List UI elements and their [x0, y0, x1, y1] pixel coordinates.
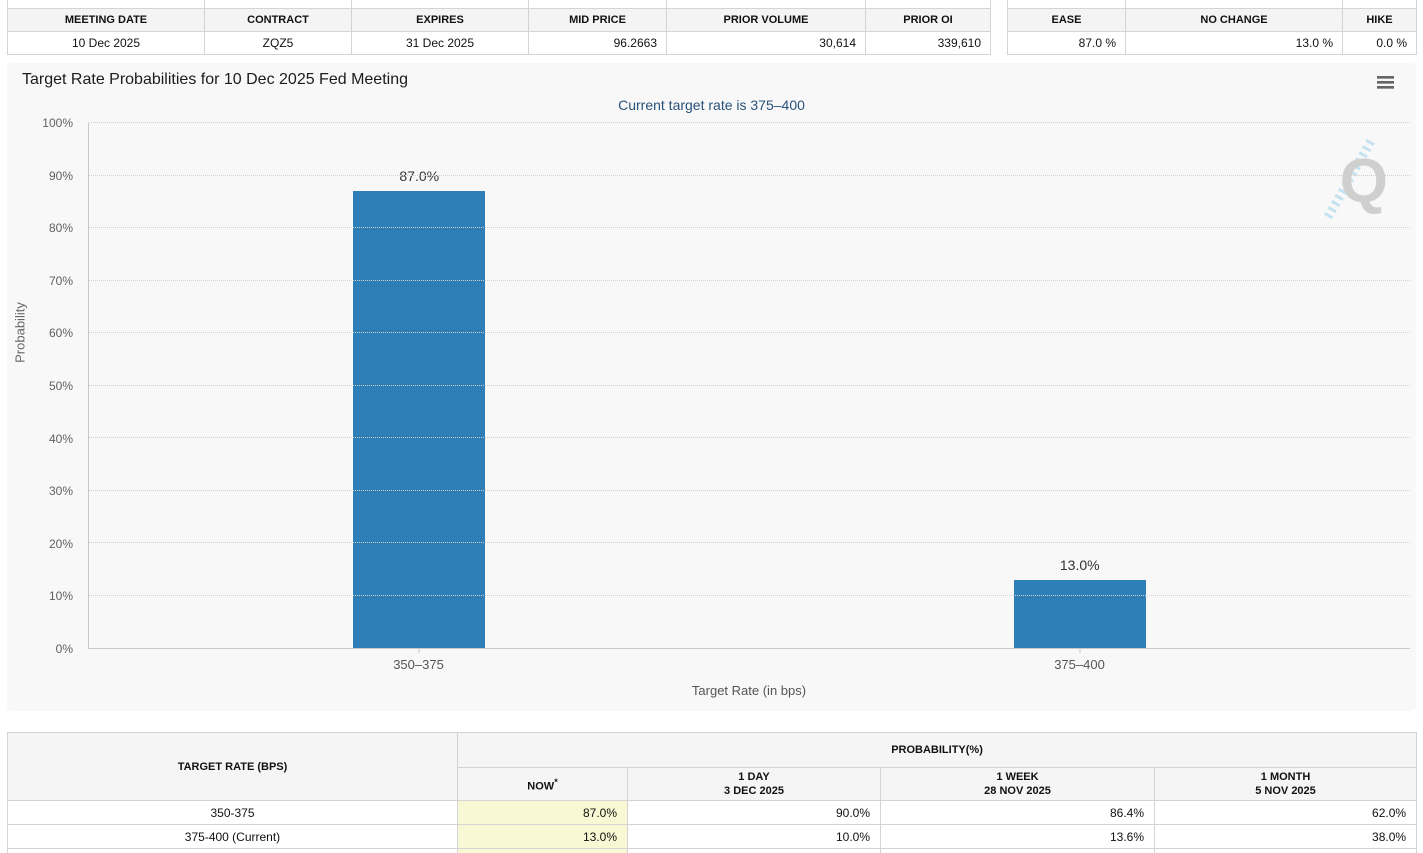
one-day-probability-cell: 90.0%	[627, 800, 881, 825]
gridline	[89, 489, 1410, 491]
col-header-mid-price: MID PRICE	[528, 7, 667, 32]
target-rate-cell: 375-400 (Current)	[7, 824, 458, 849]
y-tick-label: 10%	[48, 589, 73, 604]
contract-summary-table: MEETING DATE CONTRACT EXPIRES MID PRICE …	[7, 0, 991, 55]
one-day-probability-cell: 10.0%	[627, 824, 881, 849]
col-header-ease: EASE	[1007, 7, 1126, 32]
table-row	[7, 0, 991, 9]
col-header-expires: EXPIRES	[351, 7, 529, 32]
probability-chart-panel: Target Rate Probabilities for 10 Dec 202…	[7, 63, 1416, 711]
table-row: 10 Dec 2025 ZQZ5 31 Dec 2025 96.2663 30,…	[7, 30, 991, 55]
table-header-row: TARGET RATE (BPS) PROBABILITY(%)	[7, 732, 1418, 801]
col-header-1-month: 1 MONTH 5 NOV 2025	[1153, 767, 1418, 801]
now-probability-cell: 13.0%	[457, 824, 628, 849]
fedwatch-page: MEETING DATE CONTRACT EXPIRES MID PRICE …	[0, 0, 1423, 853]
table-row	[1007, 0, 1417, 9]
col-header-now: NOW*	[457, 767, 628, 801]
group-header-probability: PROBABILITY(%)	[456, 732, 1418, 768]
bar[interactable]	[353, 191, 486, 648]
y-tick-label: 60%	[48, 326, 73, 341]
col-header-target-rate: TARGET RATE (BPS)	[7, 732, 458, 801]
one-month-probability-cell: 38.0%	[1153, 824, 1418, 849]
chart-subtitle: Current target rate is 375–400	[618, 97, 805, 113]
x-category-label: 350–375	[393, 657, 444, 672]
contract-value: ZQZ5	[204, 30, 352, 55]
y-tick-label: 30%	[48, 484, 73, 499]
table-row: 375-400 (Current) 13.0% 10.0% 13.6% 38.0…	[7, 824, 1418, 849]
gridline	[89, 279, 1410, 281]
one-month-probability-cell: 62.0%	[1153, 800, 1418, 825]
bar-value-label: 13.0%	[1059, 556, 1100, 573]
y-tick-label: 80%	[48, 221, 73, 236]
no-change-value: 13.0 %	[1125, 30, 1343, 55]
y-tick-label: 70%	[48, 273, 73, 288]
one-week-probability-cell: 86.4%	[880, 800, 1155, 825]
ease-value: 87.0 %	[1007, 30, 1126, 55]
hike-value: 0.0 %	[1342, 30, 1417, 55]
gridline	[89, 227, 1410, 228]
y-tick-label: 20%	[48, 536, 73, 551]
gridline	[89, 332, 1410, 333]
y-tick-label: 100%	[42, 116, 73, 130]
col-header-meeting-date: MEETING DATE	[7, 7, 205, 32]
table-header-row: EASE NO CHANGE HIKE	[1007, 7, 1417, 32]
mid-price-value: 96.2663	[528, 30, 667, 55]
plot-area: 87.0% 13.0%	[88, 122, 1410, 653]
gridline	[89, 384, 1410, 386]
gridline	[89, 542, 1410, 543]
gridline	[89, 174, 1410, 176]
prior-oi-value: 339,610	[865, 30, 991, 55]
table-header-row: MEETING DATE CONTRACT EXPIRES MID PRICE …	[7, 7, 991, 32]
expires-value: 31 Dec 2025	[351, 30, 529, 55]
bar[interactable]	[1013, 579, 1146, 648]
col-header-1-week: 1 WEEK 28 NOV 2025	[880, 767, 1155, 801]
col-header-contract: CONTRACT	[204, 7, 352, 32]
chart-export-menu-icon[interactable]	[1377, 76, 1394, 91]
col-header-1-day: 1 DAY 3 DEC 2025	[627, 767, 881, 801]
col-header-no-change: NO CHANGE	[1125, 7, 1343, 32]
col-header-prior-volume: PRIOR VOLUME	[666, 7, 866, 32]
col-header-prior-oi: PRIOR OI	[865, 7, 991, 32]
now-footnote-marker: *	[554, 776, 558, 787]
table-row: 350-375 87.0% 90.0% 86.4% 62.0%	[7, 800, 1418, 825]
chart-title: Target Rate Probabilities for 10 Dec 202…	[22, 71, 408, 88]
rate-action-table: EASE NO CHANGE HIKE 87.0 % 13.0 % 0.0 %	[1007, 0, 1417, 55]
y-tick-label: 0%	[55, 642, 73, 656]
gridline	[89, 437, 1410, 438]
gridline	[89, 594, 1410, 596]
x-axis-tick	[1079, 648, 1081, 653]
table-row: 87.0 % 13.0 % 0.0 %	[1007, 30, 1417, 55]
table-row	[7, 848, 1418, 853]
probability-history-table: TARGET RATE (BPS) PROBABILITY(%) NOW* 1 …	[7, 732, 1418, 853]
y-axis-labels: 0% 10% 20% 30% 40% 50% 60% 70% 80% 90% 100%	[7, 116, 81, 656]
meeting-date-value: 10 Dec 2025	[7, 30, 205, 55]
one-week-probability-cell: 13.6%	[880, 824, 1155, 849]
y-tick-label: 50%	[48, 379, 73, 393]
y-tick-label: 40%	[48, 431, 73, 446]
x-category-label: 375–400	[1054, 657, 1105, 672]
target-rate-cell: 350-375	[7, 800, 458, 825]
x-axis-title: Target Rate (in bps)	[691, 683, 807, 698]
gridline	[89, 122, 1410, 123]
now-probability-cell: 87.0%	[457, 800, 628, 825]
y-tick-label: 90%	[48, 168, 73, 183]
col-header-hike: HIKE	[1342, 7, 1417, 32]
bar-value-label: 87.0%	[399, 168, 440, 185]
prior-volume-value: 30,614	[666, 30, 866, 55]
x-axis-labels: 350–375 375–400	[88, 657, 1410, 675]
x-axis-tick	[418, 648, 420, 653]
